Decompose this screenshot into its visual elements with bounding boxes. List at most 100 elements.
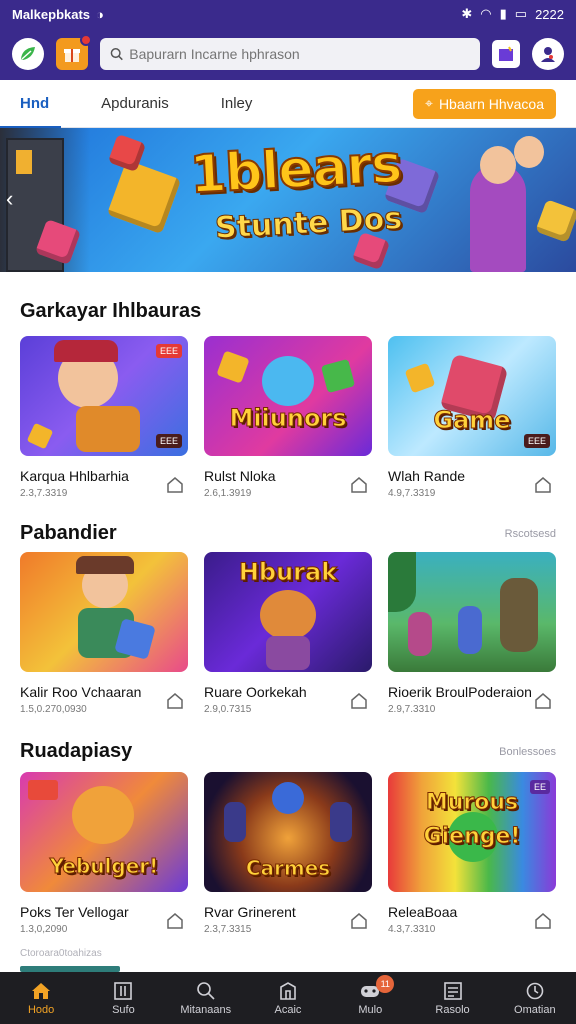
avatar-icon [541,47,555,62]
nav-item-home[interactable]: Hodo [1,981,81,1016]
game-card[interactable]: Game ЕЕЕ Wlah Rande 4.9,7.3319 [388,336,556,499]
nav-item-list[interactable]: Rasolo [413,981,493,1016]
featured-banner[interactable]: ‹ 1blears Stunte Dos [0,128,576,272]
tab-apps[interactable]: Apduranis [101,80,169,128]
game-meta: 4.3,7.3310 [388,924,436,935]
signal-icon: ▮ [499,6,507,21]
game-thumbnail[interactable]: ЕЕ Murous Gienge! [388,772,556,892]
game-card[interactable]: Kalir Roo Vchaaran 1.5,0.270,0930 [20,552,188,715]
game-meta: 2.3,7.3315 [204,924,252,935]
home-outline-icon[interactable] [350,692,368,710]
game-meta: 1.5,0.270,0930 [20,704,87,715]
game-thumbnail[interactable]: Carmes [204,772,372,892]
section-more-link[interactable]: Bonlessoes [499,746,556,758]
game-thumbnail[interactable] [388,552,556,672]
home-outline-icon[interactable] [166,692,184,710]
game-meta: 2.3,7.3319 [20,488,68,499]
nav-item-history[interactable]: Omatian [495,981,575,1016]
game-thumbnail[interactable]: ЕЕЕ ЕЕЕ [20,336,188,456]
game-thumbnail[interactable]: Game ЕЕЕ [388,336,556,456]
game-title: Rulst Nloka [204,468,276,484]
app-header [0,28,576,80]
notification-dot [80,34,92,46]
building-icon [280,981,296,1000]
section-more-link[interactable]: Rscotsesd [505,528,556,540]
carrier-label: Malkepbkats [12,6,91,22]
game-card[interactable]: Carmes Rvar Grinerent 2.3,7.3315 [204,772,372,935]
thumbnail-text: Carmes [245,856,331,881]
app-logo-button[interactable] [12,38,44,70]
thumbnail-text: Murous Gienge! [423,790,521,850]
nav-item-games[interactable]: 11 Mulo [330,974,410,1016]
clock-icon [526,982,544,999]
next-section-hint: Ctoroara0toahizas [20,948,102,959]
game-title: Rioerik BroulPoderaion [388,684,532,700]
game-thumbnail[interactable]: Hburak [204,552,372,672]
search-bar[interactable] [100,38,480,70]
tag-badge: ЕЕЕ [155,434,182,448]
home-outline-icon[interactable] [534,912,552,930]
list-icon [443,981,462,1000]
game-title: Kalir Roo Vchaaran [20,684,142,700]
nav-item-label: Mitanaans [180,1003,232,1016]
game-meta: 4.9,7.3319 [388,488,436,499]
bottom-nav: Hodo Sufo Mitanaans Acaic 11 Mulo Rasolo… [0,972,576,1024]
game-title: Rvar Grinerent [204,904,296,920]
home-icon [32,982,51,999]
thumbnail-text: Yebulger! [49,854,159,879]
thumbnail-text: Miiunors [229,404,347,433]
game-thumbnail[interactable]: Miiunors [204,336,372,456]
home-outline-icon[interactable] [350,912,368,930]
tag-badge: ЕЕЕ [155,344,182,358]
game-card[interactable]: ЕЕ Murous Gienge! ReleaBoaa 4.3,7.3310 [388,772,556,935]
notification-badge: 11 [376,974,395,993]
status-bar: Malkepbkats ◑ ✱ ◠ ▮ ▭ 2222 [0,0,576,28]
cube-illustration [106,159,182,235]
game-meta: 1.3,0,2090 [20,924,68,935]
battery-icon: ▭ [514,6,528,21]
promo-button-label: Hbaarn Hhvacoa [438,95,544,112]
banner-title: 1blears [188,134,404,207]
home-outline-icon[interactable] [166,476,184,494]
notification-icon: ◑ [96,6,104,22]
nav-item-label: Acaic [274,1003,302,1016]
nav-item-grid[interactable]: Sufo [83,981,163,1016]
store-button[interactable] [492,40,520,68]
promo-button[interactable]: ⌖ Hbaarn Hhvacoa [413,88,556,119]
nav-item-search[interactable]: Mitanaans [166,981,246,1016]
search-input[interactable] [129,46,470,62]
nav-item-label: Mulo [358,1003,383,1016]
profile-button[interactable] [532,38,564,70]
thumbnail-text: Hburak [238,558,338,587]
game-title: ReleaBoaa [388,904,458,920]
character-illustration [480,146,516,184]
grid-icon [114,981,133,1000]
game-card[interactable]: Miiunors Rulst Nloka 2.6,1.3919 [204,336,372,499]
game-title: Ruare Oorkekah [204,684,307,700]
search-icon [196,981,215,1000]
game-thumbnail[interactable] [20,552,188,672]
pin-icon: ⌖ [425,95,433,111]
tab-find[interactable]: Hnd [0,80,62,129]
home-outline-icon[interactable] [534,476,552,494]
bluetooth-icon: ✱ [461,6,473,21]
chevron-left-icon[interactable]: ‹ [6,186,13,212]
nav-item-apps[interactable]: Acaic [248,981,328,1016]
leaf-icon [21,47,35,60]
home-outline-icon[interactable] [350,476,368,494]
gift-button[interactable] [56,34,92,70]
game-card[interactable]: Yebulger! Poks Ter Vellogar 1.3,0,2090 [20,772,188,935]
home-outline-icon[interactable] [534,692,552,710]
home-outline-icon[interactable] [166,912,184,930]
thumbnail-text: Game [433,406,511,435]
game-card[interactable]: Hburak Ruare Oorkekah 2.9,0.7315 [204,552,372,715]
game-card[interactable]: ЕЕЕ ЕЕЕ Karqua Hhlbarhia 2.3,7.3319 [20,336,188,499]
cube-illustration [535,199,576,243]
section-title: Ruadapiasy [20,740,133,762]
tab-inley[interactable]: Inley [221,80,253,128]
game-title: Karqua Hhlbarhia [20,468,129,484]
section-title: Garkayar Ihlbauras [20,300,202,322]
game-card[interactable]: Rioerik BroulPoderaion 2.9,7.3310 [388,552,556,715]
game-title: Wlah Rande [388,468,466,484]
game-thumbnail[interactable]: Yebulger! [20,772,188,892]
